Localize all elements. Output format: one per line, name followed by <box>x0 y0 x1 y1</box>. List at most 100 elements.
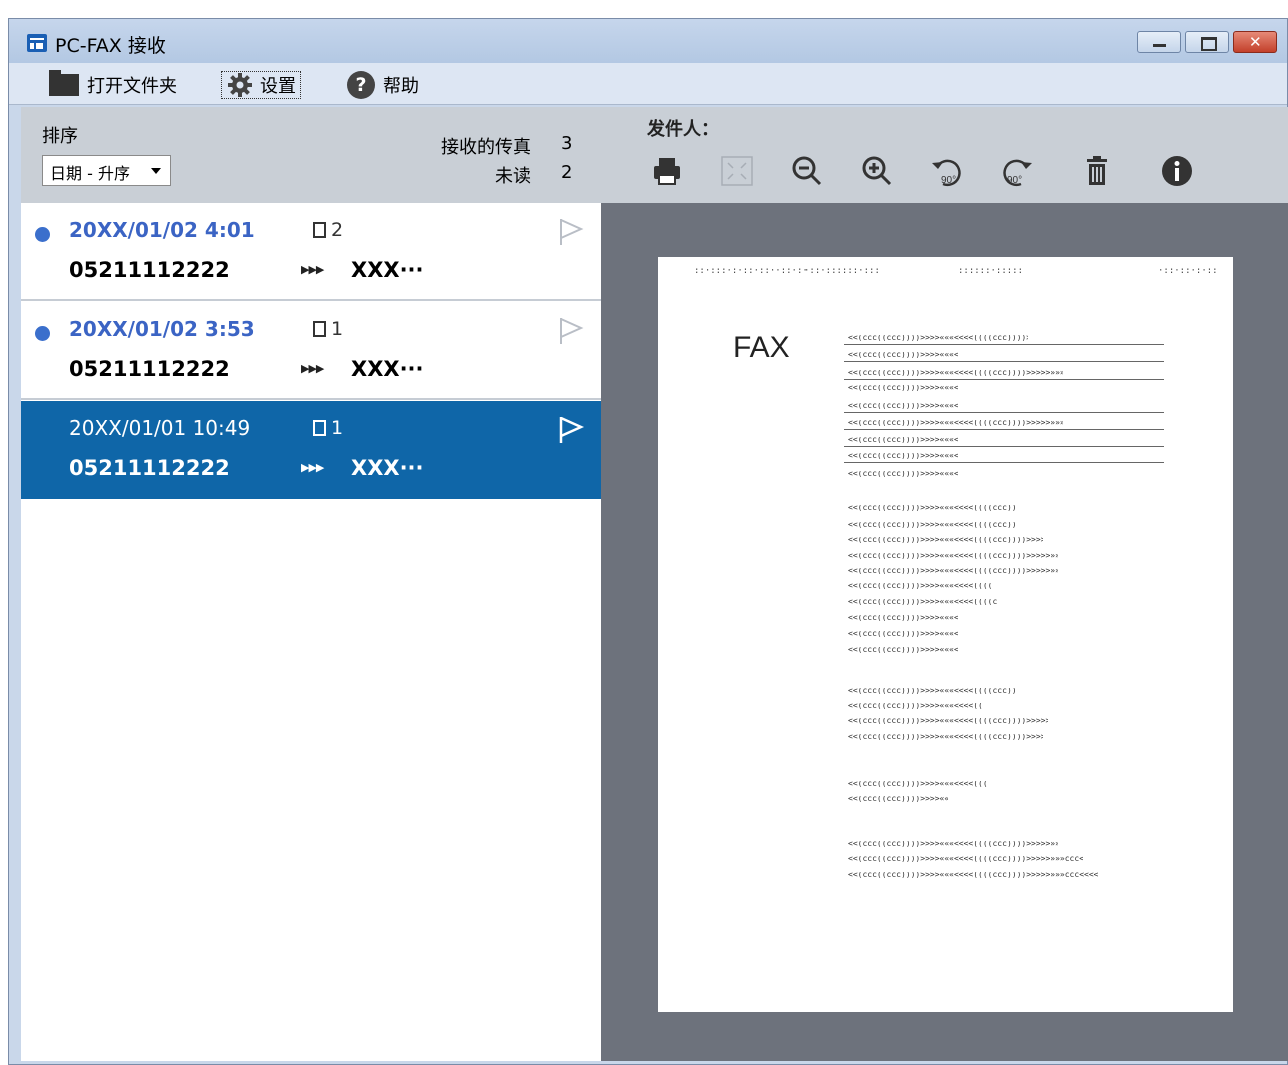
page-count: 2 <box>313 219 343 241</box>
fax-rule-line <box>844 412 1164 413</box>
sender-name: XXX··· <box>351 357 424 381</box>
unread-count: 2 <box>561 162 573 183</box>
fax-number: 05211112222 <box>69 357 230 381</box>
unread-dot-icon <box>35 326 50 341</box>
fax-title: FAX <box>733 331 790 364</box>
title-bar[interactable]: PC-FAX 接收 <box>9 19 1287 63</box>
info-icon <box>1162 156 1192 186</box>
page-count-value: 1 <box>331 318 344 340</box>
fax-date: 20XX/01/02 4:01 <box>69 218 255 242</box>
help-button[interactable]: ? 帮助 <box>347 71 419 99</box>
page-count: 1 <box>313 417 343 439</box>
sender-name: XXX··· <box>351 456 424 480</box>
fax-text-line: <<(ccc((ccc))))>>>>«««<<<<((((ccc))))>>>… <box>848 471 958 477</box>
zoom-in-button[interactable] <box>857 151 897 191</box>
received-count: 3 <box>561 133 573 154</box>
delete-button[interactable] <box>1077 151 1117 191</box>
help-icon: ? <box>347 71 375 99</box>
window-title: PC-FAX 接收 <box>55 35 166 57</box>
gear-icon <box>228 73 252 97</box>
fax-list-item[interactable]: 20XX/01/02 4:01 2 05211112222 ▶▶▶ XXX··· <box>21 203 601 301</box>
flag-icon[interactable] <box>557 415 585 445</box>
preview-pane: 发件人： 90° 90°::·:::·:·::·::··::·:· ·::·:… <box>601 107 1288 1061</box>
rotate-right-button[interactable]: 90° <box>997 151 1037 191</box>
unread-dot-icon <box>35 227 50 242</box>
arrow-icon: ▶▶▶ <box>301 362 324 375</box>
fax-list-item-selected[interactable]: 20XX/01/01 10:49 1 05211112222 ▶▶▶ XXX··… <box>21 401 601 499</box>
sort-dropdown[interactable]: 日期 - 升序 <box>42 155 171 186</box>
fax-text-line: <<(ccc((ccc))))>>>>«««<<<<((((ccc))))>>>… <box>848 583 993 589</box>
page-icon <box>313 321 326 337</box>
trash-icon <box>1087 156 1107 185</box>
info-button[interactable] <box>1157 151 1197 191</box>
help-label: 帮助 <box>383 76 419 97</box>
settings-label: 设置 <box>260 76 296 97</box>
rotate-right-label: 90° <box>1007 175 1022 186</box>
window-controls <box>1137 31 1277 53</box>
zoom-in-icon <box>862 156 892 186</box>
preview-header: 发件人： 90° 90° <box>601 107 1288 203</box>
unread-label: 未读 <box>495 166 531 187</box>
fax-rule-line <box>844 446 1164 447</box>
pc-fax-window: PC-FAX 接收 打开文件夹 <box>8 18 1288 1065</box>
fax-date: 20XX/01/02 3:53 <box>69 317 255 341</box>
sort-label: 排序 <box>42 126 78 147</box>
fax-number: 05211112222 <box>69 456 230 480</box>
fax-text-line: <<(ccc((ccc))))>>>>«««<<<<((((ccc))))>>>… <box>848 385 958 391</box>
flag-icon[interactable] <box>557 217 585 247</box>
sender-label: 发件人： <box>647 119 719 140</box>
zoom-out-button[interactable] <box>787 151 827 191</box>
fax-rule-line <box>844 462 1164 463</box>
fax-text-line: <<(ccc((ccc))))>>>>«««<<<<((((ccc))))>>>… <box>848 688 1018 694</box>
zoom-out-icon <box>792 156 822 186</box>
maximize-button[interactable] <box>1185 31 1229 53</box>
fax-text-line: <<(ccc((ccc))))>>>>«««<<<<((((ccc))))>>>… <box>848 453 958 459</box>
fax-text-line: <<(ccc((ccc))))>>>>«««<<<<((((ccc))))>>>… <box>848 352 958 358</box>
fax-text-line: <<(ccc((ccc))))>>>>«««<<<<((((ccc))))>>>… <box>848 872 1098 878</box>
fax-text-line: <<(ccc((ccc))))>>>>«««<<<<((((ccc))))>>>… <box>848 403 958 409</box>
open-folder-button[interactable]: 打开文件夹 <box>49 70 177 99</box>
fax-text-line: <<(ccc((ccc))))>>>>«««<<<<((((ccc))))>>>… <box>848 615 958 621</box>
page-count-value: 1 <box>331 417 344 439</box>
arrow-icon: ▶▶▶ <box>301 263 324 276</box>
chevron-down-icon <box>151 168 161 174</box>
open-folder-label: 打开文件夹 <box>87 76 177 97</box>
fax-text-line: <<(ccc((ccc))))>>>>«««<<<<((((ccc))))>>>… <box>848 703 983 709</box>
page-count-value: 2 <box>331 219 344 241</box>
fax-rule-line <box>844 429 1164 430</box>
fit-button[interactable] <box>717 151 757 191</box>
fax-header-line: ·::·::·:·:: <box>1158 266 1218 276</box>
fax-rule-line <box>844 361 1164 362</box>
fax-list-pane: 排序 日期 - 升序 接收的传真 3 未读 2 20XX/01/02 4:01 … <box>21 107 601 1061</box>
fax-text-line: <<(ccc((ccc))))>>>>«««<<<<((((ccc))))>>>… <box>848 370 1063 376</box>
minimize-button[interactable] <box>1137 31 1181 53</box>
list-header: 排序 日期 - 升序 接收的传真 3 未读 2 <box>21 107 601 203</box>
fax-text-line: <<(ccc((ccc))))>>>>«««<<<<((((ccc))))>>>… <box>848 631 958 637</box>
fax-text-line: <<(ccc((ccc))))>>>>«««<<<<((((ccc))))>>>… <box>848 553 1058 559</box>
fax-header-line: ·::·::::::·::: <box>804 266 880 276</box>
rotate-left-label: 90° <box>941 175 956 186</box>
fax-number: 05211112222 <box>69 258 230 282</box>
flag-icon[interactable] <box>557 316 585 346</box>
fax-text-line: <<(ccc((ccc))))>>>>«««<<<<((((ccc))))>>>… <box>848 522 1018 528</box>
page-count: 1 <box>313 318 343 340</box>
fax-text-line: <<(ccc((ccc))))>>>>«««<<<<((((ccc))))>>>… <box>848 420 1063 426</box>
fax-header-line: ::::::·::::: <box>958 266 1024 276</box>
rotate-left-button[interactable]: 90° <box>927 151 967 191</box>
fax-preview-page: ::·:::·:·::·::··::·:· ·::·::::::·::: :::… <box>658 257 1233 1012</box>
fax-text-line: <<(ccc((ccc))))>>>>«««<<<<((((ccc))))>>>… <box>848 599 998 605</box>
settings-button[interactable]: 设置 <box>221 71 301 99</box>
fax-text-line: <<(ccc((ccc))))>>>>«««<<<<((((ccc))))>>>… <box>848 841 1058 847</box>
folder-icon <box>49 70 79 96</box>
menu-bar: 打开文件夹 设置 ? 帮助 <box>9 63 1287 105</box>
print-button[interactable] <box>647 151 687 191</box>
close-button[interactable] <box>1233 31 1277 53</box>
fax-text-line: <<(ccc((ccc))))>>>>«««<<<<((((ccc))))>>>… <box>848 568 1058 574</box>
fax-text-line: <<(ccc((ccc))))>>>>«««<<<<((((ccc))))>>>… <box>848 647 958 653</box>
fax-rule-line <box>844 344 1164 345</box>
fax-text-line: <<(ccc((ccc))))>>>>«««<<<<((((ccc))))>>>… <box>848 718 1048 724</box>
sort-value: 日期 - 升序 <box>50 164 130 183</box>
fax-date: 20XX/01/01 10:49 <box>69 416 251 440</box>
fax-list-item[interactable]: 20XX/01/02 3:53 1 05211112222 ▶▶▶ XXX··· <box>21 302 601 400</box>
fax-text-line: <<(ccc((ccc))))>>>>«««<<<<((((ccc))))>>>… <box>848 734 1043 740</box>
